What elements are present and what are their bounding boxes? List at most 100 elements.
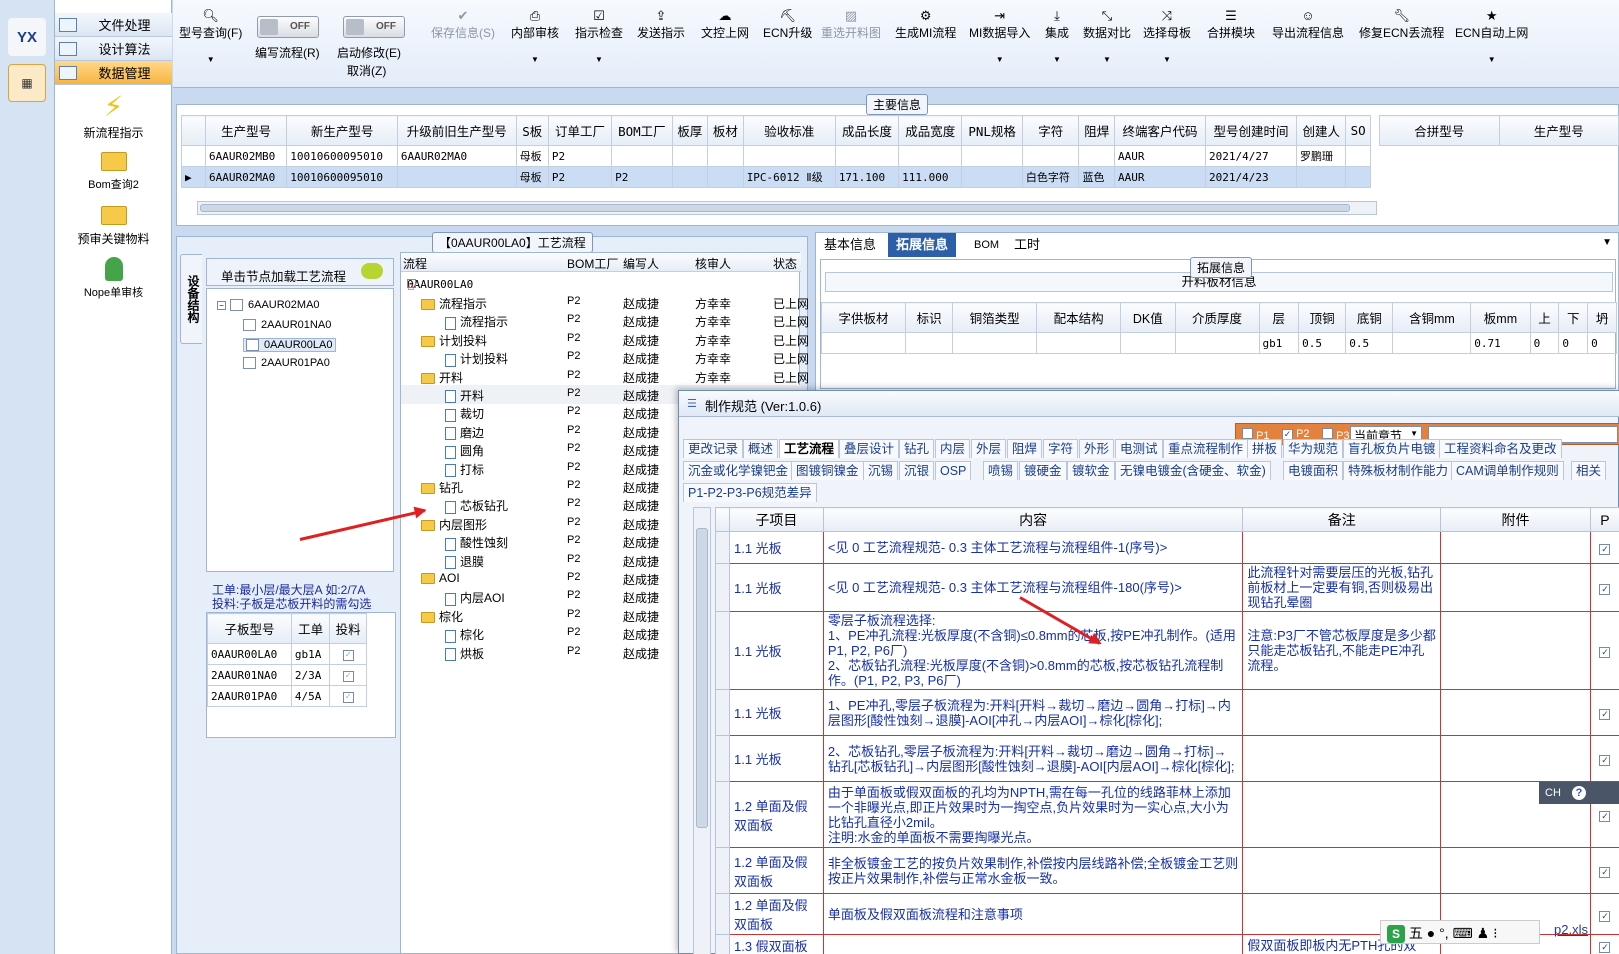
spec-tab[interactable]: 沉金或化学镍钯金: [683, 461, 794, 480]
tab-basic-info[interactable]: 基本信息: [816, 233, 884, 257]
attachment-cell[interactable]: [1440, 611, 1591, 690]
horizontal-scrollbar[interactable]: [197, 201, 1377, 215]
row-indicator[interactable]: [715, 735, 730, 782]
p-checkbox[interactable]: ✓: [1599, 544, 1611, 555]
mi-import-button[interactable]: ⇥ MI数据导入 ▼: [969, 8, 1030, 64]
yx-logo-icon[interactable]: YX: [8, 18, 46, 56]
p-checkbox-cell[interactable]: ✓: [1589, 611, 1619, 690]
spec-tab[interactable]: 镀硬金: [1019, 461, 1067, 480]
column-header[interactable]: 介质厚度: [1174, 302, 1260, 333]
row-indicator[interactable]: [181, 145, 206, 167]
column-header[interactable]: 备注: [1242, 507, 1442, 532]
column-header[interactable]: 子板型号: [207, 613, 292, 644]
ecn-upgrade-button[interactable]: ⛏ ECN升级: [763, 8, 812, 41]
column-header[interactable]: 子项目: [728, 507, 824, 532]
select-mother-board-button[interactable]: ⤨ 选择母板 ▼: [1143, 8, 1191, 64]
column-header[interactable]: 上: [1529, 302, 1560, 333]
feed-checkbox[interactable]: ✓: [342, 692, 354, 703]
spec-tab[interactable]: 拼板: [1247, 439, 1283, 458]
internal-review-button[interactable]: ⎙ 内部审核 ▼: [511, 8, 559, 64]
reselect-cut-button[interactable]: ▨ 重选开料图: [821, 8, 881, 41]
column-header[interactable]: 配本结构: [1036, 302, 1122, 333]
column-header[interactable]: 成品长度: [834, 115, 900, 146]
tab-labor[interactable]: 工时: [1006, 233, 1048, 257]
row-indicator[interactable]: ▶: [181, 166, 206, 188]
column-header[interactable]: 流程: [403, 255, 427, 272]
spec-tab[interactable]: 电测试: [1115, 439, 1163, 458]
column-header[interactable]: 顶铜: [1298, 302, 1347, 333]
attachment-cell[interactable]: [1440, 735, 1591, 782]
column-header[interactable]: 板厚: [671, 115, 709, 146]
spec-tab[interactable]: 钻孔: [899, 439, 935, 458]
table-row[interactable]: 0AAUR00LA0 gb1A ✓: [207, 643, 367, 665]
tree-node-selected[interactable]: 0AAUR00LA0: [243, 338, 336, 353]
write-process-toggle[interactable]: OFF: [257, 16, 319, 38]
column-header[interactable]: 阻焊: [1078, 115, 1115, 146]
spec-tab[interactable]: 字符: [1043, 439, 1079, 458]
p-checkbox-cell[interactable]: ✓: [1589, 847, 1619, 894]
p-checkbox[interactable]: ✓: [1599, 867, 1611, 878]
column-header[interactable]: 层: [1258, 302, 1300, 333]
column-header[interactable]: 生产型号: [1498, 115, 1619, 146]
spec-row[interactable]: 1.1 光板 <见 0 工艺流程规范- 0.3 主体工艺流程与流程组件-180(序…: [715, 563, 1619, 612]
column-header[interactable]: 工单: [290, 613, 331, 644]
spec-tab[interactable]: 喷锡: [983, 461, 1019, 480]
tab-extended-info[interactable]: 拓展信息: [888, 233, 957, 257]
row-indicator[interactable]: [715, 934, 730, 954]
p-checkbox-cell[interactable]: ✓: [1589, 531, 1619, 564]
column-header[interactable]: DK值: [1120, 302, 1176, 333]
p-checkbox-cell[interactable]: ✓: [1589, 893, 1619, 935]
p-checkbox[interactable]: ✓: [1599, 910, 1611, 922]
feed-checkbox-cell[interactable]: ✓: [329, 643, 367, 665]
row-indicator[interactable]: [715, 563, 730, 612]
panel-menu-icon[interactable]: ▼: [1602, 237, 1612, 248]
spec-tab[interactable]: 特殊板材制作能力: [1343, 461, 1454, 480]
spec-tab[interactable]: 无镍电镀金(含硬金、软金): [1115, 461, 1271, 480]
p-checkbox-cell[interactable]: ✓: [1589, 934, 1619, 954]
table-row[interactable]: 2AAUR01NA0 2/3A ✓: [207, 664, 367, 686]
doc-control-button[interactable]: ☁ 文控上网: [701, 8, 749, 41]
column-header[interactable]: SO: [1345, 115, 1371, 146]
attachment-link[interactable]: p2.xls: [1554, 922, 1588, 937]
attachment-cell[interactable]: [1440, 689, 1591, 736]
tab-bom[interactable]: BOM: [966, 233, 1007, 257]
spec-row[interactable]: 1.1 光板 1、PE冲孔,零层子板流程为:开料[开料→裁切→磨边→圆角→打标]→…: [715, 689, 1619, 736]
p-checkbox[interactable]: ✓: [1599, 709, 1611, 720]
column-header[interactable]: 下: [1558, 302, 1589, 333]
column-header[interactable]: 标识: [904, 302, 954, 333]
row-indicator[interactable]: [715, 611, 730, 690]
column-header[interactable]: 升级前旧生产型号: [396, 115, 517, 146]
column-header[interactable]: 订单工厂: [547, 115, 613, 146]
column-header[interactable]: 含铜mm: [1392, 302, 1472, 333]
p-checkbox-cell[interactable]: ✓: [1589, 689, 1619, 736]
tree-node-root[interactable]: −6AAUR02MA0: [217, 299, 320, 312]
column-header[interactable]: 底铜: [1345, 302, 1394, 333]
feed-checkbox[interactable]: ✓: [342, 650, 354, 661]
help-icon[interactable]: ?: [1571, 786, 1586, 800]
nav-item-prereview[interactable]: 预审关键物料: [55, 200, 172, 247]
spec-tab[interactable]: 图镀铜镍金: [791, 461, 864, 480]
model-query-button[interactable]: 🔍︎ 型号查询(F) ▼: [179, 8, 242, 64]
spec-row[interactable]: 1.1 光板 <见 0 工艺流程规范- 0.3 主体工艺流程与流程组件-1(序号)…: [715, 531, 1619, 564]
generate-mi-button[interactable]: ⚙ 生成MI流程: [895, 8, 956, 41]
spec-tab[interactable]: P1-P2-P3-P6规范差异: [683, 483, 817, 502]
feed-checkbox-cell[interactable]: ✓: [329, 685, 367, 707]
p-checkbox[interactable]: ✓: [1599, 811, 1611, 822]
table-row[interactable]: ▶ 6AAUR02MA0 10010600095010 母板 P2 P2 IPC-6012 …: [181, 166, 1371, 188]
row-indicator[interactable]: [715, 531, 730, 564]
process-row[interactable]: 计划投料 P2 赵成捷 方幸幸 已上网: [401, 330, 809, 349]
column-header[interactable]: 编写人: [623, 255, 659, 272]
spec-tab[interactable]: 更改记录: [683, 439, 744, 458]
column-header[interactable]: 字供板材: [821, 302, 906, 333]
column-header[interactable]: 板mm: [1470, 302, 1531, 333]
ecn-auto-upload-button[interactable]: ★ ECN自动上网 ▼: [1455, 8, 1528, 64]
p-checkbox[interactable]: ✓: [1599, 584, 1611, 595]
tree-node[interactable]: 2AAUR01NA0: [243, 319, 331, 332]
calculator-icon[interactable]: ▦: [8, 64, 46, 102]
column-header[interactable]: BOM工厂: [567, 255, 618, 272]
column-header[interactable]: PNL规格: [961, 115, 1023, 146]
spec-tab[interactable]: 镀软金: [1067, 461, 1115, 480]
nav-header-data[interactable]: 数据管理: [55, 61, 172, 85]
column-header[interactable]: 成品宽度: [898, 115, 963, 146]
spec-tab[interactable]: 盲孔板负片电镀: [1343, 439, 1441, 458]
